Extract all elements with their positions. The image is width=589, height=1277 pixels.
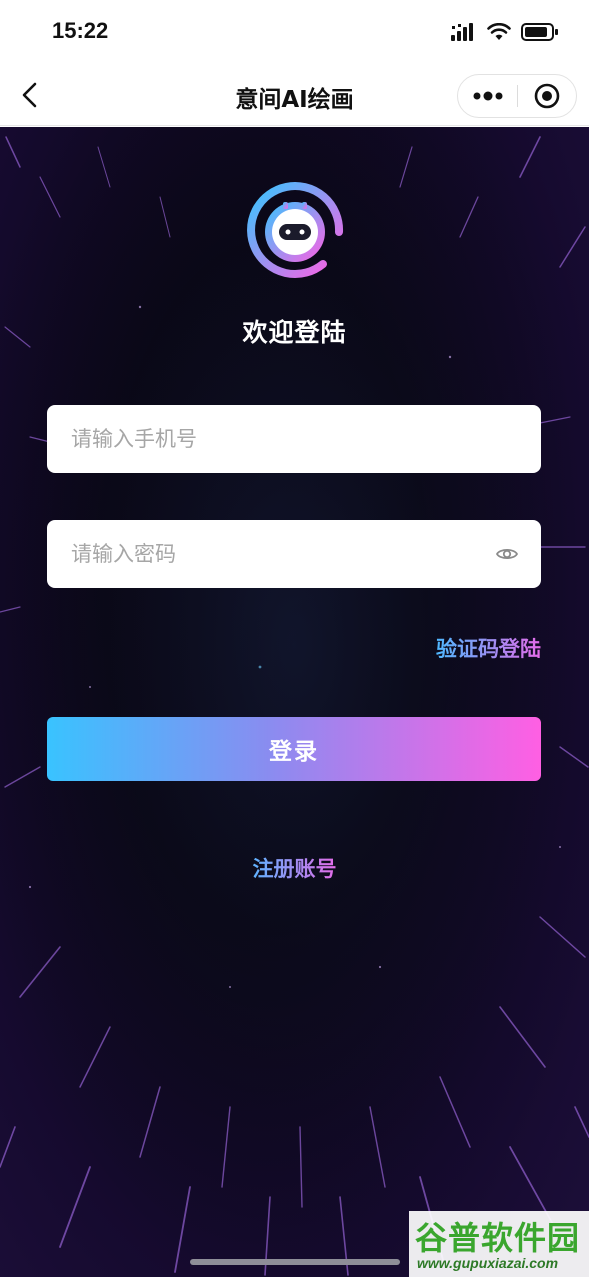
phone-input[interactable]: [71, 405, 471, 473]
phone-field: [47, 405, 541, 473]
password-input[interactable]: [71, 520, 471, 588]
more-dots-icon: [473, 91, 502, 101]
watermark-brand: 谷普软件园: [415, 1219, 581, 1257]
status-icons: [451, 22, 559, 42]
sms-login-link[interactable]: 验证码登陆: [436, 633, 541, 663]
battery-icon: [521, 23, 558, 41]
menu-capsule: [457, 74, 577, 118]
register-link-container: 注册账号: [0, 853, 589, 883]
signal-icon: [451, 23, 473, 41]
login-content: 欢迎登陆 验证码登陆 登录 注册账号: [0, 127, 589, 1277]
welcome-heading: 欢迎登陆: [242, 318, 347, 347]
status-time: 15:22: [52, 18, 109, 43]
nav-bar: 意间AI绘画: [0, 66, 589, 126]
password-field: [47, 520, 541, 588]
wifi-icon: [487, 23, 511, 40]
starfield-background: [0, 127, 589, 1277]
register-link[interactable]: 注册账号: [253, 857, 337, 881]
more-button[interactable]: [458, 74, 517, 118]
close-miniprogram-button[interactable]: [518, 74, 576, 118]
login-screen: 15:22 意间AI绘画 欢迎登陆 请输入手机号 验证码登陆 登录 注册账号 谷…: [0, 0, 589, 1277]
target-close-icon: [534, 83, 560, 109]
login-button[interactable]: 登录: [47, 717, 541, 781]
status-bar: 15:22: [0, 0, 589, 66]
eye-icon[interactable]: [495, 542, 519, 566]
home-indicator: [190, 1259, 400, 1265]
watermark-url: www.gupuxiazai.com: [417, 1255, 559, 1271]
watermark: 谷普软件园 www.gupuxiazai.com: [409, 1211, 589, 1277]
app-logo: [247, 182, 344, 278]
